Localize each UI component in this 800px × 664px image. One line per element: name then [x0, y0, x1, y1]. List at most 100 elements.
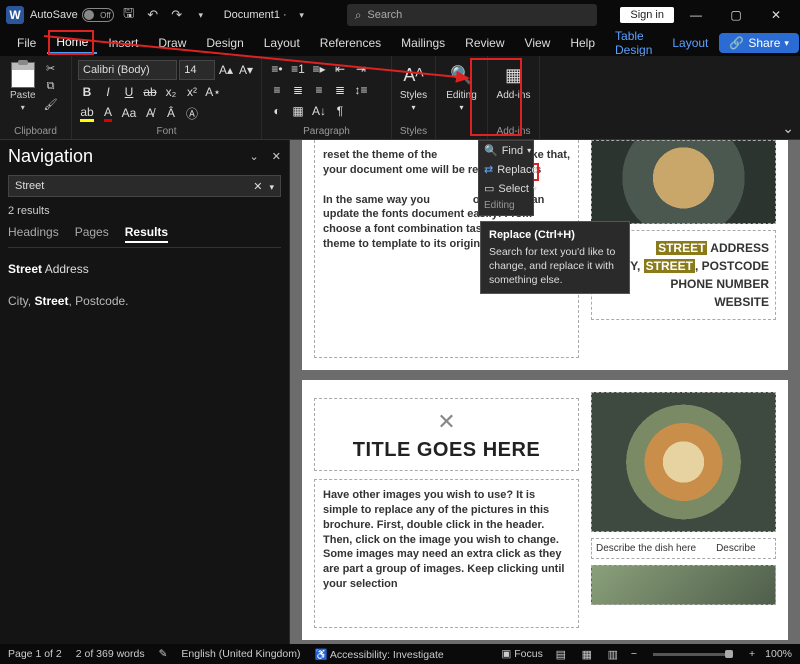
tab-design[interactable]: Design	[197, 33, 252, 53]
editing-button[interactable]: 🔍 Editing ▾	[442, 60, 481, 114]
collapse-ribbon-icon[interactable]: ⌄	[782, 120, 794, 137]
bold-button[interactable]: B	[78, 83, 96, 101]
nav-chevron-icon[interactable]: ⌄	[250, 151, 259, 163]
search-options-icon[interactable]: ▾	[269, 182, 274, 192]
font-size-select[interactable]: 14	[179, 60, 215, 80]
tab-table-design[interactable]: Table Design	[606, 26, 661, 60]
tab-results[interactable]: Results	[125, 225, 168, 243]
clear-search-icon[interactable]: ✕	[253, 181, 262, 193]
addins-button[interactable]: ▦ Add-ins	[494, 60, 533, 103]
print-layout-icon[interactable]: ▦	[579, 647, 595, 661]
show-marks-icon[interactable]: ¶	[331, 102, 349, 120]
search-box[interactable]: ⌕ Search	[347, 4, 597, 26]
superscript-button[interactable]: x²	[183, 83, 201, 101]
text-effects-icon[interactable]: A⋆	[204, 83, 222, 101]
text-block[interactable]: Have other images you wish to use? It is…	[314, 479, 579, 628]
align-right-icon[interactable]: ≡	[310, 81, 328, 99]
font-color-button[interactable]: A	[99, 104, 117, 122]
tab-pages[interactable]: Pages	[75, 225, 109, 243]
zoom-in-button[interactable]: +	[749, 648, 755, 660]
food-image[interactable]	[591, 392, 776, 532]
food-image[interactable]	[591, 140, 776, 224]
caption-row[interactable]: Describe the dish here Describe	[591, 538, 776, 559]
select-menu-item[interactable]: ▭ Select▾	[479, 179, 533, 198]
page-indicator[interactable]: Page 1 of 2	[8, 648, 62, 660]
undo-icon[interactable]: ↶	[144, 6, 162, 24]
minimize-button[interactable]: —	[678, 1, 714, 29]
tab-layout[interactable]: Layout	[255, 33, 309, 53]
cut-icon[interactable]: ✂	[42, 60, 60, 76]
strikethrough-button[interactable]: ab	[141, 83, 159, 101]
food-thumb[interactable]	[591, 565, 776, 605]
tab-mailings[interactable]: Mailings	[392, 33, 454, 53]
shading-icon[interactable]: ◐	[268, 102, 286, 120]
toggle-off-icon: Off	[82, 8, 114, 22]
result-item[interactable]: Street Address	[8, 262, 281, 276]
sign-in-button[interactable]: Sign in	[620, 7, 674, 23]
tab-review[interactable]: Review	[456, 33, 513, 53]
qat-dropdown-icon[interactable]: ▾	[192, 6, 210, 24]
align-center-icon[interactable]: ≣	[289, 81, 307, 99]
nav-search-input[interactable]: Street ✕ ▾	[8, 175, 281, 197]
format-painter-icon[interactable]: 🖌	[42, 96, 60, 112]
autosave-toggle[interactable]: AutoSave Off	[30, 8, 114, 22]
styles-icon: Aᴬ	[401, 62, 427, 88]
tab-headings[interactable]: Headings	[8, 225, 59, 243]
align-left-icon[interactable]: ≡	[268, 81, 286, 99]
borders-icon[interactable]: ▦	[289, 102, 307, 120]
accessibility-status[interactable]: ♿ Accessibility: Investigate	[314, 648, 443, 661]
replace-menu-item[interactable]: ⇄ Replace	[479, 160, 533, 179]
line-spacing-icon[interactable]: ↕≡	[352, 81, 370, 99]
focus-mode[interactable]: ▣ Focus	[501, 648, 542, 660]
nav-close-icon[interactable]: ✕	[272, 151, 281, 163]
bullets-icon[interactable]: ≡•	[268, 60, 286, 78]
share-button[interactable]: 🔗 Share ▾	[719, 33, 799, 53]
character-scale-icon[interactable]: Â	[162, 104, 180, 122]
tab-draw[interactable]: Draw	[149, 33, 195, 53]
redo-icon[interactable]: ↷	[168, 6, 186, 24]
language[interactable]: English (United Kingdom)	[181, 648, 300, 660]
read-mode-icon[interactable]: ▤	[553, 647, 569, 661]
zoom-slider[interactable]	[653, 653, 733, 656]
numbering-icon[interactable]: ≡1	[289, 60, 307, 78]
increase-indent-icon[interactable]: ⇥	[352, 60, 370, 78]
copy-icon[interactable]: ⧉	[42, 78, 60, 94]
paste-button[interactable]: Paste ▾	[6, 60, 40, 114]
tab-view[interactable]: View	[516, 33, 560, 53]
title-block[interactable]: ✕ TITLE GOES HERE	[314, 398, 579, 471]
justify-icon[interactable]: ≣	[331, 81, 349, 99]
underline-button[interactable]: U	[120, 83, 138, 101]
shrink-font-icon[interactable]: A▾	[237, 61, 255, 79]
multilevel-list-icon[interactable]: ≡▸	[310, 60, 328, 78]
clear-formatting-icon[interactable]: A̸	[141, 104, 159, 122]
maximize-button[interactable]: ▢	[718, 1, 754, 29]
zoom-out-button[interactable]: −	[631, 648, 637, 660]
word-count[interactable]: 2 of 369 words	[76, 648, 145, 660]
italic-button[interactable]: I	[99, 83, 117, 101]
tab-file[interactable]: File	[8, 33, 45, 53]
tab-table-layout[interactable]: Layout	[663, 33, 717, 53]
web-layout-icon[interactable]: ▥	[605, 647, 621, 661]
tab-help[interactable]: Help	[561, 33, 604, 53]
grow-font-icon[interactable]: A▴	[217, 61, 235, 79]
sort-icon[interactable]: A↓	[310, 102, 328, 120]
clipboard-label: Clipboard	[6, 124, 65, 137]
subscript-button[interactable]: x₂	[162, 83, 180, 101]
font-name-select[interactable]: Calibri (Body)	[78, 60, 177, 80]
tab-home[interactable]: Home	[47, 32, 97, 54]
highlight-color-button[interactable]: ab	[78, 104, 96, 122]
change-case-button[interactable]: Aa	[120, 104, 138, 122]
zoom-level[interactable]: 100%	[765, 648, 792, 660]
close-button[interactable]: ✕	[758, 1, 794, 29]
styles-button[interactable]: Aᴬ Styles ▾	[398, 60, 429, 114]
chevron-down-icon[interactable]: ▾	[293, 6, 311, 24]
document-area[interactable]: reset the theme of the xxxxxx and just l…	[290, 140, 800, 644]
enclose-icon[interactable]: Ⓐ	[183, 104, 201, 122]
tab-insert[interactable]: Insert	[99, 33, 147, 53]
result-item[interactable]: City, Street, Postcode.	[8, 294, 281, 308]
find-menu-item[interactable]: 🔍 Find▾	[479, 141, 533, 160]
save-icon[interactable]: 🖫	[120, 6, 138, 24]
tab-references[interactable]: References	[311, 33, 390, 53]
spellcheck-icon[interactable]: ✎	[159, 648, 168, 660]
decrease-indent-icon[interactable]: ⇤	[331, 60, 349, 78]
